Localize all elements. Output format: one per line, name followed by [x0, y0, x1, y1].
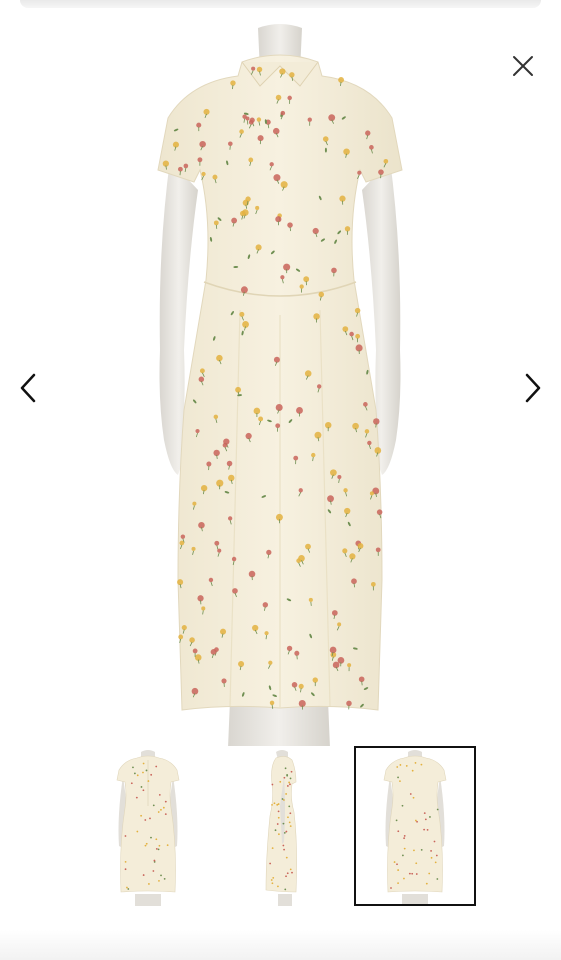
thumbnail-side-view[interactable] [220, 746, 342, 906]
chevron-right-icon [525, 373, 541, 403]
bottom-fade [0, 930, 561, 960]
thumbnail-back-view[interactable] [354, 746, 476, 906]
sheet-edge [20, 0, 541, 8]
thumbnail-strip [0, 746, 561, 910]
close-button[interactable] [510, 53, 536, 79]
thumbnail-front-view[interactable] [87, 746, 209, 906]
close-icon [513, 56, 533, 76]
image-viewer [0, 0, 561, 960]
main-product-image [130, 20, 430, 748]
previous-image-button[interactable] [14, 368, 44, 408]
chevron-left-icon [20, 373, 36, 403]
next-image-button[interactable] [517, 368, 547, 408]
